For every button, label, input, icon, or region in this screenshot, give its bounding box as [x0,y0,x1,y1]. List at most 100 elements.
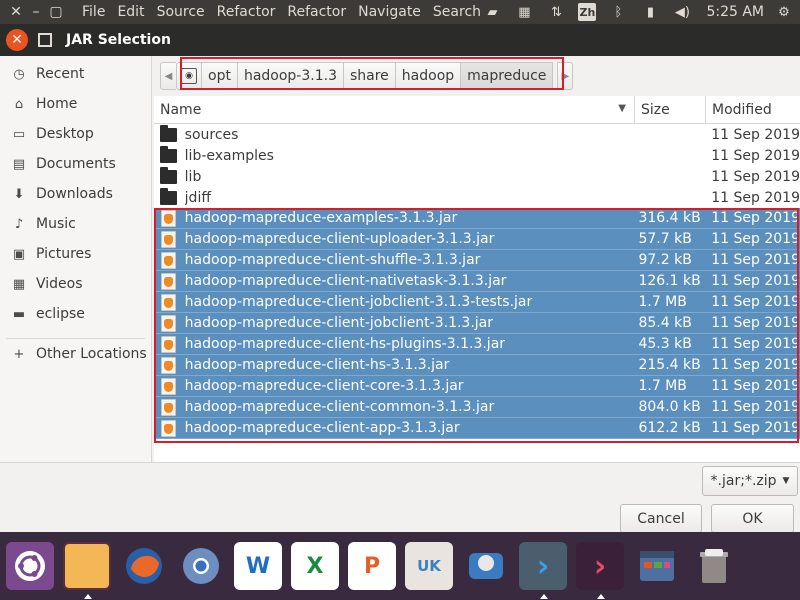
software-center-icon[interactable]: UK [405,542,453,590]
sidebar-item-home[interactable]: ⌂ Home [0,89,151,119]
sidebar-item-downloads[interactable]: ⬇ Downloads [0,179,151,209]
column-header: Name ▼ Size Modified [154,95,800,124]
file-size: 97.2 kB [638,252,692,268]
file-name: hadoop-mapreduce-client-uploader-3.1.3.j… [184,231,495,247]
power-gear-icon[interactable]: ⚙ [774,2,794,22]
file-filter-value: *.jar;*.zip [710,473,777,489]
column-modified[interactable]: Modified [706,96,772,124]
column-name-label: Name [160,101,202,118]
input-method-icon[interactable]: Zh [578,3,597,21]
ubuntu-launcher-icon[interactable] [6,542,54,590]
dialog-close-button[interactable]: ✕ [6,29,28,51]
clock[interactable]: 5:25 AM [706,4,764,20]
sidebar-item-other-locations[interactable]: + Other Locations [0,339,151,369]
file-name: hadoop-mapreduce-client-shuffle-3.1.3.ja… [184,252,481,268]
folder-row[interactable]: lib-examples 11 Sep 2019 [154,145,800,166]
column-name[interactable]: Name ▼ [154,95,635,124]
bluetooth-icon[interactable]: ᛒ [608,2,628,22]
file-row[interactable]: hadoop-mapreduce-client-hs-plugins-3.1.3… [154,334,800,355]
battery-icon[interactable]: ▮ [640,2,660,22]
sidebar-item-label: Other Locations [36,346,147,362]
file-size: 126.1 kB [638,273,701,289]
file-row[interactable]: hadoop-mapreduce-client-hs-3.1.3.jar 215… [154,355,800,376]
folder-row[interactable]: jdiff 11 Sep 2019 [154,187,800,208]
menu-source[interactable]: Source [157,4,205,20]
impress-icon[interactable]: P [348,542,396,590]
file-row[interactable]: hadoop-mapreduce-client-common-3.1.3.jar… [154,397,800,418]
plugin-icon[interactable]: ▰ [482,2,502,22]
writer-icon[interactable]: W [234,542,282,590]
ok-button[interactable]: OK [711,504,794,533]
file-name: hadoop-mapreduce-client-jobclient-3.1.3-… [184,294,533,310]
folder-row[interactable]: lib 11 Sep 2019 [154,166,800,187]
minimize-window-icon[interactable]: – [26,4,46,20]
file-row[interactable]: hadoop-mapreduce-client-shuffle-3.1.3.ja… [154,250,800,271]
calendar-icon[interactable]: ▦ [514,2,534,22]
file-modified: 11 Sep 2019 [711,378,800,394]
file-filter-dropdown[interactable]: *.jar;*.zip ▼ [702,466,798,496]
running-indicator [540,594,548,599]
file-name: hadoop-mapreduce-client-core-3.1.3.jar [184,378,464,394]
folder-row[interactable]: sources 11 Sep 2019 [154,124,800,145]
column-size[interactable]: Size [635,95,706,124]
file-row[interactable]: hadoop-mapreduce-client-uploader-3.1.3.j… [154,229,800,250]
close-window-icon[interactable]: ✕ [6,4,26,20]
menu-file[interactable]: File [82,4,105,20]
files-icon[interactable] [63,542,111,599]
sidebar-item-documents[interactable]: ▤ Documents [0,149,151,179]
folder-icon [160,166,178,186]
home-icon: ⌂ [14,96,24,112]
menu-refactor-2[interactable]: Refactor [287,4,346,20]
file-row[interactable]: hadoop-mapreduce-examples-3.1.3.jar 316.… [154,208,800,229]
file-row[interactable]: hadoop-mapreduce-client-app-3.1.3.jar 61… [154,418,800,439]
jar-file-icon [160,251,178,269]
clock-icon: ◷ [13,66,25,82]
jar-file-icon [160,272,178,290]
installer-icon[interactable] [462,542,510,590]
sidebar-item-desktop[interactable]: ▭ Desktop [0,119,151,149]
file-modified: 11 Sep 2019 [711,210,800,226]
firefox-icon[interactable] [120,542,168,590]
file-size: 612.2 kB [638,420,701,436]
sidebar-item-pictures[interactable]: ▣ Pictures [0,239,151,269]
sidebar-item-videos[interactable]: ▦ Videos [0,269,151,299]
file-row[interactable]: hadoop-mapreduce-client-jobclient-3.1.3.… [154,313,800,334]
file-size: 804.0 kB [638,399,701,415]
file-row[interactable]: hadoop-mapreduce-client-nativetask-3.1.3… [154,271,800,292]
file-row[interactable]: hadoop-mapreduce-client-core-3.1.3.jar 1… [154,376,800,397]
volume-icon[interactable]: ◀) [672,2,692,22]
trash-icon[interactable] [690,542,738,590]
file-name: lib [184,168,202,185]
menu-edit[interactable]: Edit [117,4,144,20]
menu-navigate[interactable]: Navigate [358,4,421,20]
menu-refactor[interactable]: Refactor [217,4,276,20]
sidebar-item-eclipse[interactable]: ▬ eclipse [0,299,151,329]
vscode-icon[interactable]: › [519,542,567,599]
file-list: Name ▼ Size Modified sources 11 Sep 2019… [154,95,800,462]
calc-icon[interactable]: X [291,542,339,590]
file-row[interactable]: hadoop-mapreduce-client-jobclient-3.1.3-… [154,292,800,313]
jar-file-icon [160,377,178,395]
terminal-icon[interactable]: › [576,542,624,599]
sidebar-item-music[interactable]: ♪ Music [0,209,151,239]
cancel-button[interactable]: Cancel [620,504,702,533]
settings-icon[interactable] [633,542,681,590]
system-tray: ▰ ▦ ⇅ Zh ᛒ ▮ ◀) 5:25 AM ⚙ [470,0,800,24]
highlight-box-path [180,57,564,90]
chromium-icon[interactable] [177,542,225,590]
dialog-maximize-icon[interactable] [38,33,52,47]
music-icon: ♪ [14,216,24,232]
jar-file-icon [160,356,178,374]
sidebar-item-recent[interactable]: ◷ Recent [0,59,151,89]
chevron-down-icon: ▼ [782,476,790,486]
dialog-title: JAR Selection [66,32,171,48]
breadcrumb-scroll-left-icon[interactable]: ◀ [160,62,176,90]
file-modified: 11 Sep 2019 [711,189,800,206]
download-icon: ⬇ [13,186,25,202]
network-icon[interactable]: ⇅ [546,2,566,22]
folder-icon: ▬ [12,306,26,322]
file-modified: 11 Sep 2019 [711,315,800,331]
restore-window-icon[interactable]: ▢ [46,4,66,20]
top-panel: ✕ – ▢ File Edit Source Refactor Refactor… [0,0,800,24]
column-size-label: Size [641,101,670,118]
